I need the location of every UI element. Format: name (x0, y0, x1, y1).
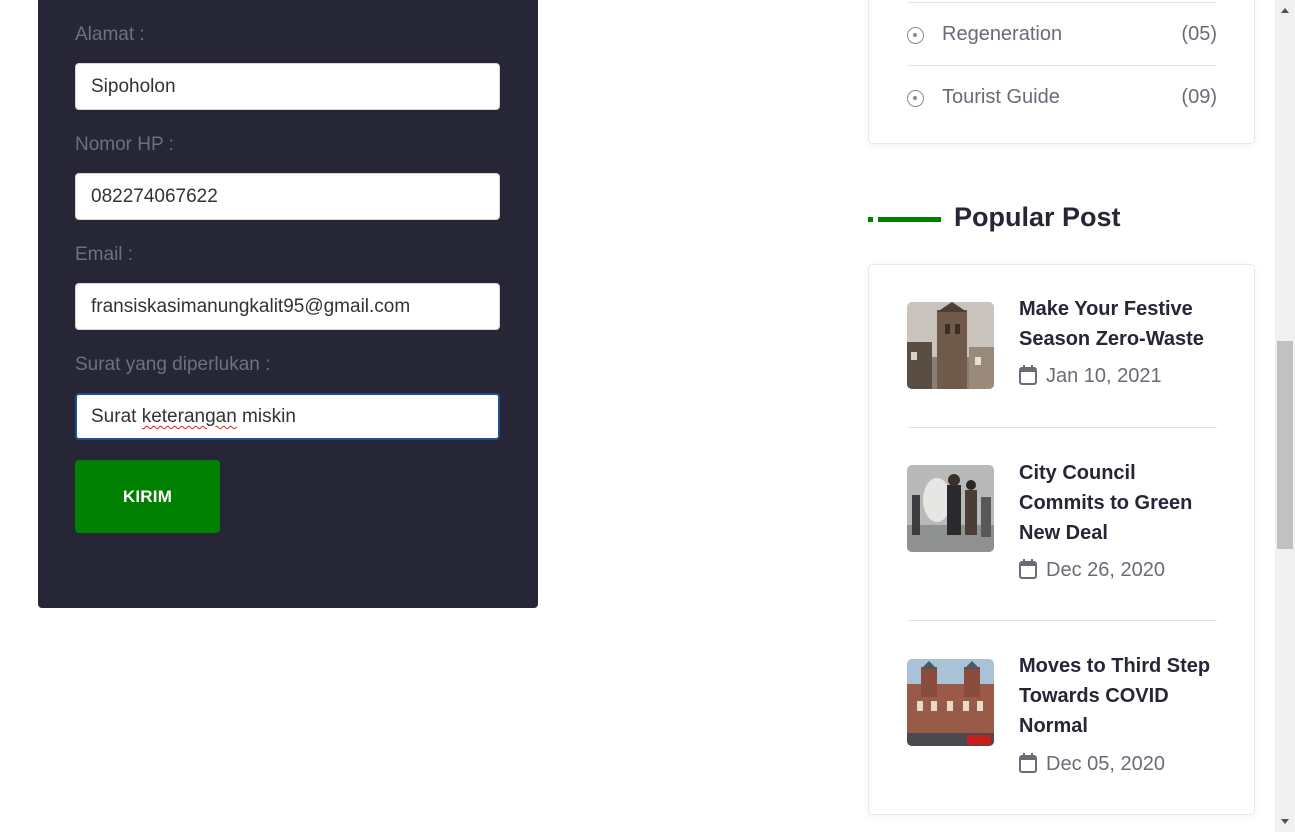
post-date-text: Dec 26, 2020 (1046, 559, 1165, 581)
post-thumbnail[interactable] (907, 465, 994, 552)
address-input[interactable]: Sipoholon (75, 63, 500, 110)
post-thumbnail[interactable] (907, 659, 994, 746)
address-label: Alamat : (75, 24, 145, 45)
post-thumbnail[interactable] (907, 302, 994, 389)
heading-accent-dot (868, 217, 873, 222)
phone-label: Nomor HP : (75, 134, 174, 155)
post-divider (907, 427, 1217, 428)
email-input[interactable]: fransiskasimanungkalit95@gmail.com (75, 283, 500, 330)
page: Alamat : Sipoholon Nomor HP : 0822740676… (0, 0, 1295, 832)
phone-input[interactable]: 082274067622 (75, 173, 500, 220)
radio-bullet-icon (907, 90, 924, 107)
post-date-text: Dec 05, 2020 (1046, 753, 1165, 775)
scrollbar-thumb[interactable] (1277, 341, 1293, 549)
category-item[interactable]: Tourist Guide (09) (907, 65, 1217, 128)
scroll-down-arrow-icon[interactable] (1275, 812, 1295, 832)
letter-type-label: Surat yang diperlukan : (75, 354, 271, 375)
post-title[interactable]: Make Your Festive Season Zero-Waste (1019, 294, 1219, 354)
scroll-up-arrow-icon[interactable] (1275, 0, 1295, 20)
email-label: Email : (75, 244, 134, 265)
post-title[interactable]: City Council Commits to Green New Deal (1019, 458, 1219, 548)
letter-type-text-start: Surat (91, 406, 142, 427)
letter-request-form: Alamat : Sipoholon Nomor HP : 0822740676… (38, 0, 538, 608)
submit-button[interactable]: KIRIM (75, 460, 220, 533)
post-divider (907, 620, 1217, 621)
category-item[interactable]: Regeneration (05) (907, 2, 1217, 65)
page-scrollbar[interactable] (1275, 0, 1295, 832)
heading-accent-line (878, 217, 941, 222)
post-date-text: Jan 10, 2021 (1046, 365, 1162, 387)
calendar-icon (1019, 559, 1037, 579)
post-date: Dec 05, 2020 (1019, 753, 1165, 776)
category-count: (05) (1181, 23, 1217, 45)
section-title: Popular Post (954, 202, 1121, 232)
calendar-icon (1019, 365, 1037, 385)
post-date: Jan 10, 2021 (1019, 365, 1162, 388)
post-date: Dec 26, 2020 (1019, 559, 1165, 582)
popular-post-card: Make Your Festive Season Zero-Waste Jan … (868, 264, 1255, 815)
category-count: (09) (1181, 86, 1217, 108)
category-name[interactable]: Regeneration (942, 23, 1062, 46)
post-title[interactable]: Moves to Third Step Towards COVID Normal (1019, 651, 1219, 741)
categories-card: Regeneration (05) Tourist Guide (09) (868, 0, 1255, 144)
category-name[interactable]: Tourist Guide (942, 86, 1060, 109)
radio-bullet-icon (907, 27, 924, 44)
misspelled-word: keterangan (141, 406, 237, 427)
letter-type-text-end: miskin (236, 406, 296, 427)
letter-type-input[interactable]: Surat keterangan miskin (75, 393, 500, 440)
calendar-icon (1019, 753, 1037, 773)
